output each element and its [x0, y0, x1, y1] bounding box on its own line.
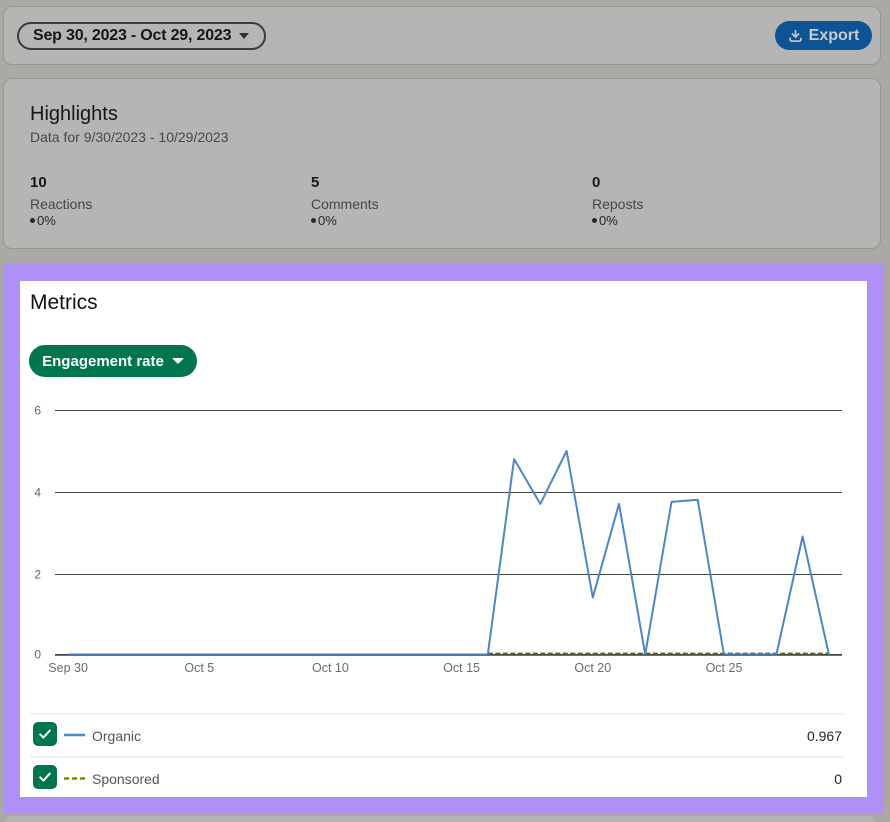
svg-text:Oct 25: Oct 25: [706, 661, 743, 675]
svg-text:0: 0: [34, 648, 41, 662]
svg-text:Oct 10: Oct 10: [312, 661, 349, 675]
svg-text:Oct 5: Oct 5: [184, 661, 214, 675]
svg-text:Oct 15: Oct 15: [443, 661, 480, 675]
svg-text:4: 4: [34, 486, 41, 500]
svg-text:6: 6: [34, 404, 41, 418]
svg-text:Oct 20: Oct 20: [574, 661, 611, 675]
svg-text:2: 2: [34, 568, 41, 582]
svg-text:Sep 30: Sep 30: [48, 661, 88, 675]
